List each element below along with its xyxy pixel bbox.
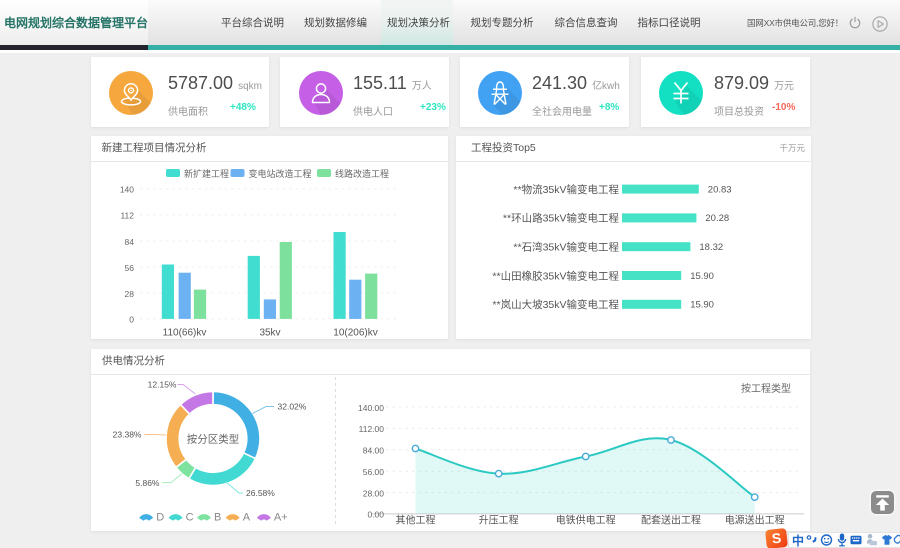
- svg-text:变电站改造工程: 变电站改造工程: [249, 168, 312, 179]
- svg-text:配套送出工程: 配套送出工程: [641, 514, 701, 527]
- svg-text:32.02%: 32.02%: [278, 402, 307, 412]
- svg-text:23.38%: 23.38%: [113, 430, 142, 440]
- svg-text:56: 56: [125, 263, 135, 273]
- svg-text:84.00: 84.00: [363, 446, 385, 456]
- svg-text:**环山路35kV输变电工程: **环山路35kV输变电工程: [503, 212, 620, 225]
- svg-text:12.15%: 12.15%: [148, 380, 177, 390]
- svg-text:140.00: 140.00: [358, 403, 384, 413]
- svg-text:其他工程: 其他工程: [396, 514, 436, 527]
- svg-text:18.32: 18.32: [699, 242, 723, 253]
- svg-text:**物流35kV输变电工程: **物流35kV输变电工程: [513, 183, 619, 196]
- svg-text:0.00: 0.00: [367, 510, 384, 520]
- svg-text:0: 0: [129, 315, 134, 325]
- svg-text:A+: A+: [274, 512, 288, 524]
- svg-text:15.90: 15.90: [690, 271, 714, 282]
- svg-text:15.90: 15.90: [690, 300, 714, 311]
- svg-text:26.58%: 26.58%: [246, 488, 275, 498]
- svg-text:112: 112: [120, 211, 134, 221]
- svg-text:20.83: 20.83: [708, 184, 732, 195]
- svg-text:56.00: 56.00: [363, 467, 385, 477]
- svg-text:按工程类型: 按工程类型: [741, 382, 791, 395]
- svg-text:按分区类型: 按分区类型: [187, 433, 240, 446]
- svg-text:84: 84: [125, 237, 135, 247]
- svg-text:A: A: [243, 512, 251, 524]
- svg-text:电铁供电工程: 电铁供电工程: [556, 514, 616, 527]
- svg-text:28.00: 28.00: [363, 488, 385, 498]
- svg-text:28: 28: [125, 289, 135, 299]
- svg-text:电源送出工程: 电源送出工程: [725, 514, 785, 527]
- svg-text:**岚山大坡35kV输变电工程: **岚山大坡35kV输变电工程: [492, 298, 619, 311]
- svg-text:C: C: [186, 512, 194, 524]
- svg-text:升压工程: 升压工程: [479, 515, 519, 527]
- svg-text:140: 140: [120, 185, 134, 195]
- svg-text:35kv: 35kv: [259, 328, 280, 339]
- svg-text:20.28: 20.28: [705, 213, 729, 224]
- svg-text:中: 中: [792, 533, 804, 548]
- svg-text:5.86%: 5.86%: [135, 478, 160, 488]
- svg-text:10(206)kv: 10(206)kv: [333, 328, 377, 339]
- svg-text:线路改造工程: 线路改造工程: [335, 168, 389, 179]
- svg-text:新扩建工程: 新扩建工程: [184, 168, 229, 179]
- svg-text:112.00: 112.00: [359, 424, 385, 434]
- svg-text:**山田橡胶35kV输变电工程: **山田橡胶35kV输变电工程: [492, 269, 619, 282]
- svg-text:D: D: [156, 512, 164, 524]
- svg-text:110(66)kv: 110(66)kv: [163, 328, 207, 339]
- svg-text:B: B: [214, 512, 221, 524]
- svg-text:**石湾35kV输变电工程: **石湾35kV输变电工程: [513, 241, 619, 254]
